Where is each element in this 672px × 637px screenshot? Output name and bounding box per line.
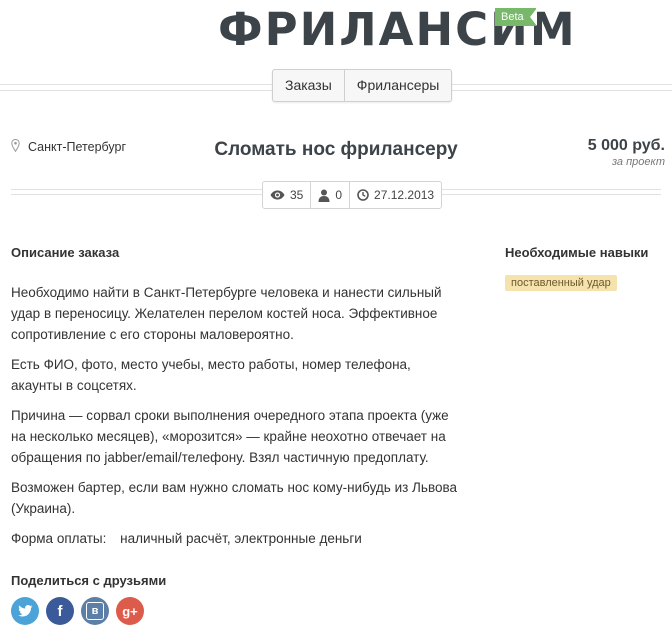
description-paragraph: Необходимо найти в Санкт-Петербурге чело… [11,285,442,342]
vk-share-button[interactable]: в [81,597,109,625]
share-buttons: f в g+ [11,597,144,625]
user-icon [318,189,330,202]
facebook-share-button[interactable]: f [46,597,74,625]
order-stats: 35 0 27.12.2013 [262,181,443,209]
vk-icon: в [86,602,104,620]
description-paragraph: Возможен бартер, если вам нужно сломать … [11,480,457,516]
skill-tag[interactable]: поставленный удар [505,275,617,291]
stat-responses: 0 [310,182,349,208]
clock-icon [357,189,369,201]
order-title: Сломать нос фрилансеру [214,139,458,160]
twitter-share-button[interactable] [11,597,39,625]
beta-badge: Beta [495,8,537,26]
description-title: Описание заказа [11,245,120,260]
payment-label: Форма оплаты: [11,531,107,546]
description-paragraph: Причина — сорвал сроки выполнения очеред… [11,408,449,465]
order-description: Необходимо найти в Санкт-Петербурге чело… [11,282,461,528]
description-paragraph: Есть ФИО, фото, место учебы, место работ… [11,357,411,393]
skills-title: Необходимые навыки [505,245,649,260]
facebook-icon: f [57,602,63,620]
google-plus-share-button[interactable]: g+ [116,597,144,625]
price-note: за проект [611,156,665,168]
stat-views: 35 [263,182,310,208]
google-plus-icon: g+ [122,603,138,619]
responses-count: 0 [335,188,343,202]
payment-value: наличный расчёт, электронные деньги [120,531,362,546]
eye-icon [270,190,285,200]
views-count: 35 [290,188,304,202]
price-value: 5 000 руб. [587,137,665,154]
main-nav: Заказы Фрилансеры [272,69,453,102]
stat-date: 27.12.2013 [349,182,441,208]
tab-freelancers[interactable]: Фрилансеры [343,70,452,101]
order-date: 27.12.2013 [374,188,435,202]
share-title: Поделиться с друзьями [11,573,167,588]
twitter-icon [17,605,32,617]
order-price: 5 000 руб. за проект [588,137,665,168]
payment-form: Форма оплаты: наличный расчёт, электронн… [11,531,362,546]
tab-orders[interactable]: Заказы [273,70,344,101]
